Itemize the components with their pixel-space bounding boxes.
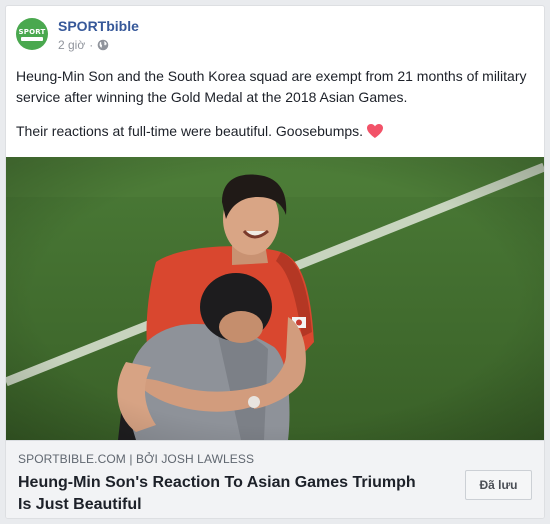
post-text-paragraph-2: Their reactions at full-time were beauti… xyxy=(16,121,536,142)
post-body: Heung-Min Son and the South Korea squad … xyxy=(16,66,536,155)
link-divider: | xyxy=(129,452,133,466)
link-preview-image[interactable] xyxy=(6,157,544,440)
avatar[interactable]: SPORT xyxy=(16,18,48,50)
link-author: BỞI JOSH LAWLESS xyxy=(135,452,255,466)
link-preview[interactable]: SPORTBIBLE.COM | BỞI JOSH LAWLESS Heung-… xyxy=(6,440,544,518)
link-source: SPORTBIBLE.COM | BỞI JOSH LAWLESS xyxy=(18,451,254,467)
post-card: SPORT SPORTbible 2 giờ · Heung-Min Son a… xyxy=(5,5,545,519)
heart-icon xyxy=(367,124,384,138)
hug-photo-illustration xyxy=(6,157,544,440)
post-header: SPORT SPORTbible 2 giờ · xyxy=(16,16,536,60)
link-title[interactable]: Heung-Min Son's Reaction To Asian Games … xyxy=(18,472,428,516)
globe-icon[interactable] xyxy=(97,39,109,51)
page-name-link[interactable]: SPORTbible xyxy=(58,16,139,36)
post-timestamp[interactable]: 2 giờ xyxy=(58,37,85,53)
meta-separator: · xyxy=(89,38,94,52)
link-domain: SPORTBIBLE.COM xyxy=(18,452,126,466)
avatar-logo-bar xyxy=(21,36,43,41)
saved-button[interactable]: Đã lưu xyxy=(465,470,532,500)
post-text-paragraph-1: Heung-Min Son and the South Korea squad … xyxy=(16,68,527,105)
avatar-text: SPORT xyxy=(18,27,46,36)
post-text-paragraph-2-text: Their reactions at full-time were beauti… xyxy=(16,123,364,139)
post-meta: 2 giờ · xyxy=(58,37,109,53)
